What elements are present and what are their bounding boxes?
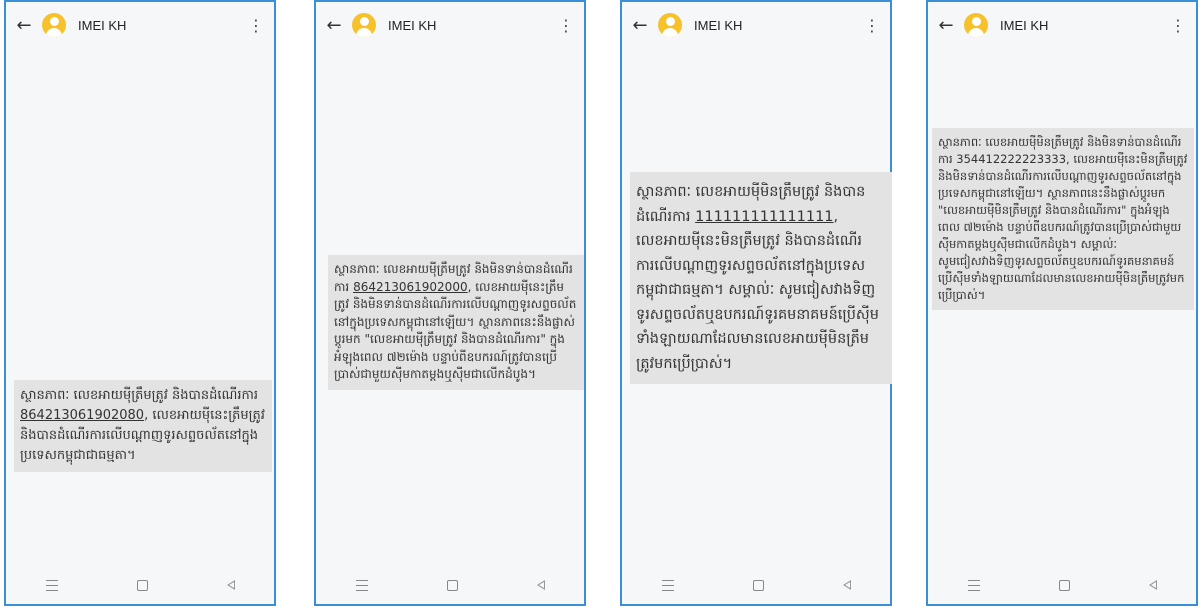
- sms-message-bubble[interactable]: ស្ថានភាពៈ លេខអាយម៉ីត្រឹមត្រូវ និងបានដំណើ…: [14, 380, 272, 472]
- message-text-after: , លេខអាយម៉ីនេះមិនត្រឹមត្រូវ និងមិនទាន់បា…: [938, 152, 1188, 302]
- back-arrow-icon[interactable]: ←: [10, 15, 38, 36]
- phone-screen-4: ← IMEI KH ⋮ ស្ថានភាពៈ លេខអាយម៉ីមិនត្រឹមត…: [926, 0, 1198, 606]
- app-bar: ← IMEI KH ⋮: [622, 2, 890, 48]
- conversation-title: IMEI KH: [388, 17, 437, 33]
- sms-message-bubble[interactable]: ស្ថានភាពៈ លេខអាយម៉ីមិនត្រឹមត្រូវ និងមិនទ…: [932, 128, 1194, 310]
- system-nav-bar: [622, 566, 890, 604]
- system-nav-bar: [6, 566, 274, 604]
- phone-screen-2: ← IMEI KH ⋮ ស្ថានភាពៈ លេខអាយម៉ីត្រឹមត្រូ…: [314, 0, 586, 606]
- home-icon[interactable]: [136, 579, 148, 591]
- message-text-after: , លេខអាយម៉ីនេះមិនត្រឹមត្រូវ និងបានដំណើរក…: [636, 208, 879, 372]
- conversation-title: IMEI KH: [694, 17, 743, 33]
- home-icon[interactable]: [446, 579, 458, 591]
- app-bar: ← IMEI KH ⋮: [928, 2, 1196, 48]
- imei-number-text[interactable]: 354412222223333: [956, 152, 1066, 166]
- system-nav-bar: [316, 566, 584, 604]
- back-arrow-icon[interactable]: ←: [626, 15, 654, 36]
- conversation-title: IMEI KH: [1000, 17, 1049, 33]
- message-text-after: , លេខអាយម៉ីនេះត្រឹមត្រូវ និងមិនទាន់បានដំ…: [334, 279, 577, 382]
- nav-back-icon[interactable]: [536, 580, 545, 590]
- message-text-before: ស្ថានភាពៈ លេខអាយម៉ីត្រឹមត្រូវ និងបានដំណើ…: [20, 388, 259, 403]
- recent-apps-icon[interactable]: [661, 579, 674, 591]
- nav-back-icon[interactable]: [1148, 580, 1157, 590]
- contact-avatar-icon[interactable]: [658, 13, 682, 37]
- more-vertical-icon[interactable]: ⋮: [248, 16, 264, 35]
- more-vertical-icon[interactable]: ⋮: [558, 16, 574, 35]
- imei-number-link[interactable]: 111111111111111: [695, 209, 833, 225]
- conversation-title: IMEI KH: [78, 17, 127, 33]
- app-bar: ← IMEI KH ⋮: [316, 2, 584, 48]
- app-bar: ← IMEI KH ⋮: [6, 2, 274, 48]
- contact-avatar-icon[interactable]: [42, 13, 66, 37]
- back-arrow-icon[interactable]: ←: [320, 15, 348, 36]
- more-vertical-icon[interactable]: ⋮: [864, 16, 880, 35]
- home-icon[interactable]: [1058, 579, 1070, 591]
- imei-number-link[interactable]: 864213061902080: [20, 408, 144, 423]
- nav-back-icon[interactable]: [842, 580, 851, 590]
- sms-message-bubble[interactable]: ស្ថានភាពៈ លេខអាយម៉ីត្រឹមត្រូវ និងមិនទាន់…: [328, 255, 584, 390]
- nav-back-icon[interactable]: [226, 580, 235, 590]
- recent-apps-icon[interactable]: [967, 579, 980, 591]
- phone-screen-1: ← IMEI KH ⋮ ស្ថានភាពៈ លេខអាយម៉ីត្រឹមត្រូ…: [4, 0, 276, 606]
- more-vertical-icon[interactable]: ⋮: [1170, 16, 1186, 35]
- contact-avatar-icon[interactable]: [352, 13, 376, 37]
- phone-screen-3: ← IMEI KH ⋮ ស្ថានភាពៈ លេខអាយម៉ីមិនត្រឹមត…: [620, 0, 892, 606]
- system-nav-bar: [928, 566, 1196, 604]
- sms-message-bubble[interactable]: ស្ថានភាពៈ លេខអាយម៉ីមិនត្រឹមត្រូវ និងបានដ…: [630, 172, 892, 384]
- recent-apps-icon[interactable]: [45, 579, 58, 591]
- home-icon[interactable]: [752, 579, 764, 591]
- contact-avatar-icon[interactable]: [964, 13, 988, 37]
- back-arrow-icon[interactable]: ←: [932, 15, 960, 36]
- recent-apps-icon[interactable]: [355, 579, 368, 591]
- imei-number-link[interactable]: 864213061902000: [353, 280, 468, 294]
